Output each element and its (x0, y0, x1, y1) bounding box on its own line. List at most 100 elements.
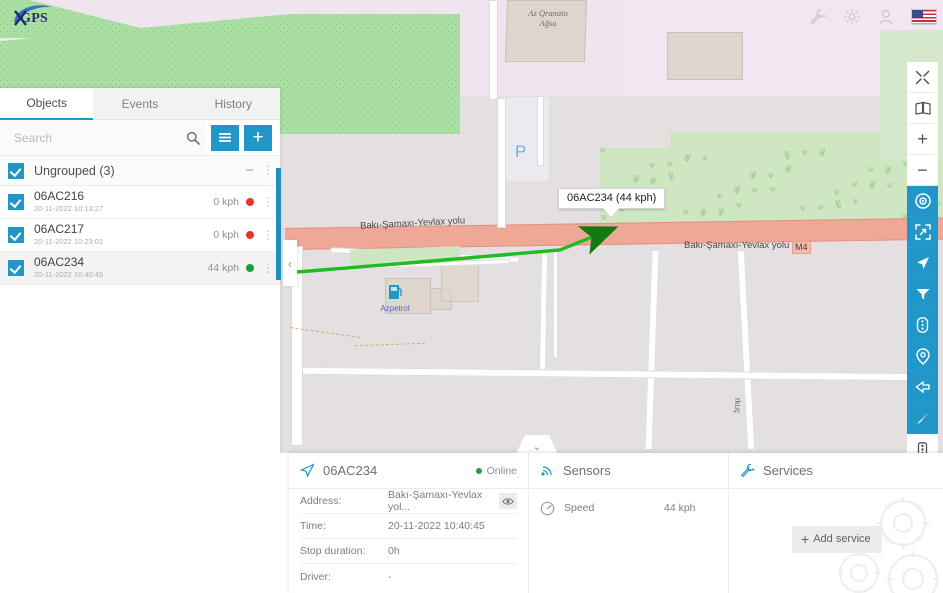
fullscreen-icon[interactable] (907, 62, 938, 93)
map-poi-azpetrol[interactable]: Azpetrol (372, 284, 418, 313)
map-pin-icon[interactable] (907, 341, 938, 372)
panel-left-gap (280, 453, 289, 593)
status-dot (475, 467, 482, 474)
map-vegetation-glyph: Ψ (834, 189, 840, 197)
object-menu-icon[interactable]: ⋮ (262, 229, 274, 241)
map-vegetation-glyph: Ψ (719, 207, 725, 215)
fit-objects-icon[interactable] (907, 217, 938, 248)
map-vegetation-glyph: Ψ (717, 193, 723, 201)
object-menu-icon[interactable]: ⋮ (262, 196, 274, 208)
map-vegetation-glyph: Ψ (701, 208, 707, 216)
map-vegetation-glyph: Ψ (768, 172, 774, 180)
panel-object-header: 06AC234 Online (289, 453, 528, 489)
map-area-label: Az Qranato Ağsu (528, 8, 568, 28)
detail-value: Bakı-Şamaxı-Yevlax yol... (388, 489, 483, 513)
parking-p-icon: P (515, 142, 527, 161)
map-service-road (537, 96, 544, 166)
logo-text: GPS (20, 11, 49, 26)
header-actions (809, 5, 937, 29)
map-vegetation-glyph: Ψ (702, 155, 708, 163)
object-time: 20-11-2022 10:40:45 (34, 270, 104, 279)
detail-value: 0h (388, 545, 400, 557)
search-icon[interactable] (180, 120, 206, 155)
panel-sensors-header: Sensors (529, 453, 728, 489)
road-icon[interactable] (907, 310, 938, 341)
detail-row-driver: Driver: - (300, 564, 517, 589)
status-badge: Online (475, 465, 517, 477)
tab-history[interactable]: History (186, 88, 280, 120)
status-badge (246, 264, 254, 272)
map-service-road (489, 0, 498, 100)
zoom-in-icon[interactable]: + (907, 124, 938, 155)
app-logo[interactable]: GPS (6, 2, 74, 32)
object-text: 06AC216 20-11-2022 10:13:27 (34, 190, 213, 214)
map-vegetation-glyph: Ψ (852, 181, 858, 189)
map-vegetation-glyph: Ψ (667, 161, 673, 169)
object-checkbox[interactable] (8, 260, 24, 276)
map-vegetation-glyph: Ψ (868, 166, 874, 174)
gear-icon[interactable] (843, 7, 861, 27)
object-name: 06AC234 (34, 255, 85, 269)
panel-services: Services + Add service (729, 453, 943, 593)
map-vegetation-glyph: Ψ (600, 148, 606, 155)
measure-icon[interactable] (907, 403, 938, 434)
search-input[interactable] (0, 120, 180, 155)
detail-row-stop-duration: Stop duration: 0h (300, 539, 517, 564)
map-vegetation-glyph: Ψ (886, 165, 892, 173)
object-checkbox[interactable] (8, 227, 24, 243)
map-vegetation-glyph: Ψ (651, 176, 657, 184)
group-collapse-icon[interactable]: − (245, 162, 254, 179)
object-name: 06AC217 (34, 222, 85, 236)
object-menu-icon[interactable]: ⋮ (262, 262, 274, 274)
panel-object-info: 06AC234 Online Address: Bakı-Şamaxı-Yevl… (289, 453, 529, 593)
tab-events[interactable]: Events (93, 88, 187, 120)
sidebar-tabs: Objects Events History (0, 88, 280, 120)
target-locate-icon[interactable] (907, 186, 938, 217)
left-sidebar: Objects Events History + (0, 88, 280, 593)
add-object-button[interactable]: + (244, 124, 272, 151)
vehicle-tooltip[interactable]: 06AC234 (44 kph) (558, 188, 666, 209)
detail-row-address: Address: Bakı-Şamaxı-Yevlax yol... (300, 489, 517, 514)
detail-key: Time: (300, 520, 326, 532)
user-icon[interactable] (877, 7, 895, 27)
sidebar-collapse-button[interactable]: ‹ (283, 240, 297, 286)
object-text: 06AC234 20-11-2022 10:40:45 (34, 256, 207, 280)
zoom-out-label: − (917, 160, 928, 180)
list-item[interactable]: 06AC216 20-11-2022 10:13:27 0 kph ⋮ (0, 186, 280, 219)
object-checkbox[interactable] (8, 194, 24, 210)
detail-key: Stop duration: (300, 545, 366, 557)
sidebar-group-ungrouped[interactable]: Ungrouped (3) − ⋮ (0, 156, 280, 186)
panel-sensors-title: Sensors (563, 463, 611, 478)
group-menu-icon[interactable]: ⋮ (262, 164, 274, 176)
add-service-button[interactable]: + Add service (792, 526, 882, 553)
detail-value: 20-11-2022 10:40:45 (388, 520, 485, 532)
cursor-arrow-icon[interactable] (907, 248, 938, 279)
map-vegetation-glyph: Ψ (836, 203, 842, 211)
group-checkbox[interactable] (8, 162, 24, 179)
map-vegetation-glyph: Ψ (685, 153, 691, 161)
geofence-icon[interactable] (907, 372, 938, 403)
page-title: 06AC234 (323, 463, 378, 478)
detail-row-time: Time: 20-11-2022 10:40:45 (300, 514, 517, 539)
list-item[interactable]: 06AC234 20-11-2022 10:40:45 44 kph ⋮ (0, 252, 280, 285)
map-service-road (553, 250, 558, 358)
list-lines-button[interactable] (211, 124, 239, 151)
gauge-icon (540, 501, 555, 515)
list-item[interactable]: 06AC217 20-11-2022 10:23:01 0 kph ⋮ (0, 219, 280, 252)
panel-services-header: Services (729, 453, 943, 489)
eye-icon[interactable] (499, 493, 517, 509)
zoom-out-icon[interactable]: − (907, 155, 938, 186)
language-flag-icon[interactable] (911, 9, 937, 25)
map-vegetation-glyph: Ψ (752, 187, 758, 195)
map-layers-icon[interactable] (907, 93, 938, 124)
map-building (667, 32, 743, 80)
group-label: Ungrouped (3) (34, 163, 115, 178)
panel-services-title: Services (763, 463, 813, 478)
status-badge (246, 231, 254, 239)
panel-sensors: Sensors Speed 44 kph (529, 453, 729, 593)
sidebar-scrollbar[interactable] (276, 168, 281, 280)
filter-funnel-icon[interactable] (907, 279, 938, 310)
tab-objects[interactable]: Objects (0, 88, 94, 120)
wrench-icon[interactable] (809, 7, 827, 27)
sensor-name: Speed (564, 502, 595, 514)
